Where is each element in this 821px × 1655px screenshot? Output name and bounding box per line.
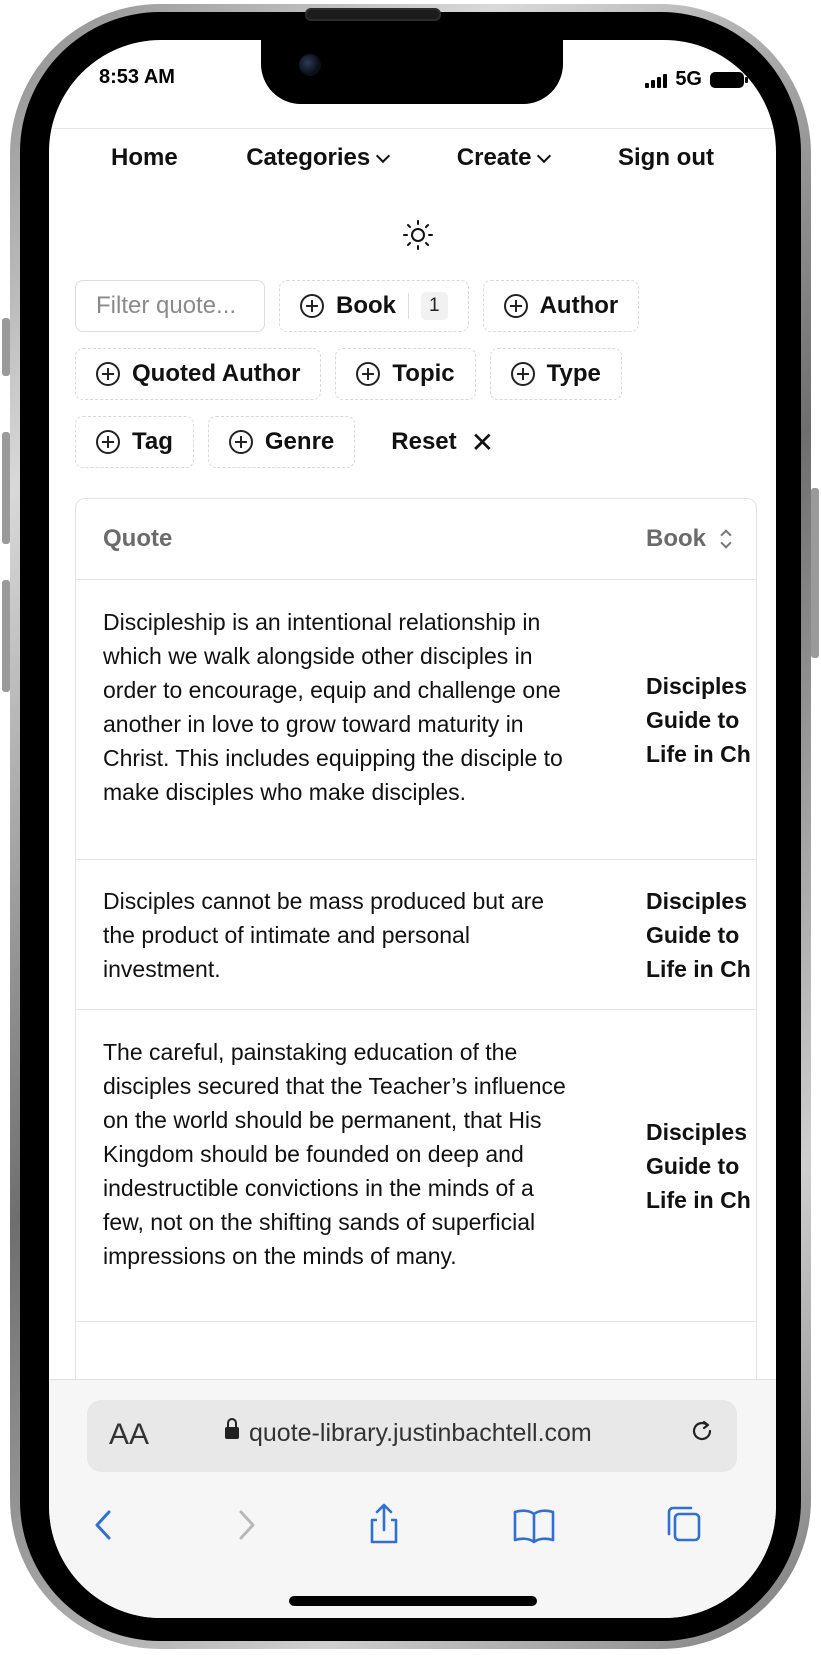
status-indicators: 5G (645, 68, 748, 91)
plus-circle-icon (96, 430, 120, 454)
plus-circle-icon (228, 430, 253, 454)
reset-filters-button[interactable]: Reset ✕ (369, 416, 516, 468)
genre-filter-button[interactable]: Genre (207, 416, 356, 468)
share-icon[interactable] (359, 1500, 409, 1550)
speaker-grille (305, 8, 441, 21)
lock-icon (225, 1418, 239, 1439)
tag-filter-button[interactable]: Tag (75, 416, 194, 468)
book-cell: Disciples Guide to Life in Ch (646, 673, 751, 767)
nav-home[interactable]: Home (111, 136, 178, 180)
book-column-header-label: Book (646, 525, 706, 552)
reset-label: Reset (391, 428, 457, 455)
quote-cell: Discipleship is an intentional relations… (103, 609, 563, 805)
reload-icon[interactable] (689, 1418, 715, 1444)
address-bar[interactable]: AA quote-library.justinbachtell.com (87, 1400, 737, 1472)
book-cell: Disciples Guide to Life in Ch (646, 1119, 751, 1213)
quote-column-header: Quote (103, 525, 173, 552)
bookmarks-icon[interactable] (509, 1500, 559, 1550)
quote-cell: The careful, painstaking education of th… (103, 1039, 566, 1269)
nav-categories[interactable]: Categories (246, 136, 391, 180)
plus-circle-icon (300, 294, 324, 318)
book-filter-count-badge: 1 (421, 292, 448, 320)
filter-quotes-input[interactable]: Filter quote... (75, 280, 265, 332)
theme-toggle-sun-icon[interactable] (403, 220, 433, 250)
sort-icon (720, 529, 732, 549)
tabs-icon[interactable] (659, 1500, 709, 1550)
author-filter-button[interactable]: Author (482, 280, 640, 332)
signal-icon (645, 72, 668, 88)
status-time: 8:53 AM (99, 66, 175, 88)
plus-circle-icon (356, 362, 381, 386)
book-filter-label: Book (336, 292, 396, 319)
quoted-author-filter-button[interactable]: Quoted Author (75, 348, 322, 400)
divider (49, 128, 776, 129)
forward-icon[interactable] (221, 1500, 271, 1550)
book-column-header[interactable]: Book (646, 525, 732, 553)
url-text: quote-library.justinbachtell.com (249, 1419, 592, 1447)
safari-toolbar (49, 1500, 776, 1556)
notch (261, 40, 563, 104)
phone-volume-down (2, 580, 10, 692)
phone-mute-switch (2, 318, 10, 376)
author-filter-label: Author (539, 292, 619, 319)
phone-power-button (811, 488, 819, 658)
network-type: 5G (675, 68, 702, 90)
camera (299, 54, 321, 76)
safari-bottom-bar: AA quote-library.justinbachtell.com (49, 1379, 776, 1618)
chevron-down-icon (376, 148, 391, 164)
screen: 8:53 AM 5G Home Categories Create Sign o… (49, 40, 776, 1618)
type-filter-button[interactable]: Type (489, 348, 622, 400)
filter-bar: Filter quote... Book 1 Author Quoted Aut… (75, 280, 755, 484)
book-filter-button[interactable]: Book 1 (279, 280, 469, 332)
quotes-table: Quote Book Discipleship is an intentiona… (75, 498, 757, 1420)
nav-create-label: Create (456, 144, 532, 171)
topic-filter-button[interactable]: Topic (335, 348, 476, 400)
table-row[interactable]: Disciples cannot be mass produced but ar… (76, 860, 756, 1010)
nav-categories-label: Categories (246, 144, 371, 171)
quote-cell: Disciples cannot be mass produced but ar… (103, 888, 545, 982)
plus-circle-icon (510, 362, 535, 386)
battery-icon (710, 71, 748, 88)
phone-volume-up (2, 432, 10, 544)
genre-filter-label: Genre (264, 428, 335, 455)
close-icon: ✕ (470, 426, 495, 458)
nav-home-label: Home (111, 144, 178, 171)
divider (408, 293, 409, 319)
plus-circle-icon (503, 294, 528, 318)
reader-options-icon[interactable]: AA (109, 1418, 149, 1452)
back-icon[interactable] (79, 1500, 129, 1550)
type-filter-label: Type (546, 360, 601, 387)
main-nav: Home Categories Create Sign out (49, 136, 776, 180)
home-indicator (289, 1596, 537, 1606)
nav-sign-out[interactable]: Sign out (618, 136, 714, 180)
nav-sign-out-label: Sign out (618, 144, 714, 171)
table-row[interactable]: Discipleship is an intentional relations… (76, 580, 756, 860)
quoted-author-filter-label: Quoted Author (132, 360, 301, 387)
table-header: Quote Book (76, 499, 756, 580)
chevron-down-icon (537, 148, 552, 164)
nav-create[interactable]: Create (456, 136, 552, 180)
plus-circle-icon (96, 362, 120, 386)
topic-filter-label: Topic (392, 360, 455, 387)
table-row[interactable]: The careful, painstaking education of th… (76, 1010, 756, 1322)
book-cell: Disciples Guide to Life in Ch (646, 888, 751, 982)
tag-filter-label: Tag (132, 428, 173, 455)
